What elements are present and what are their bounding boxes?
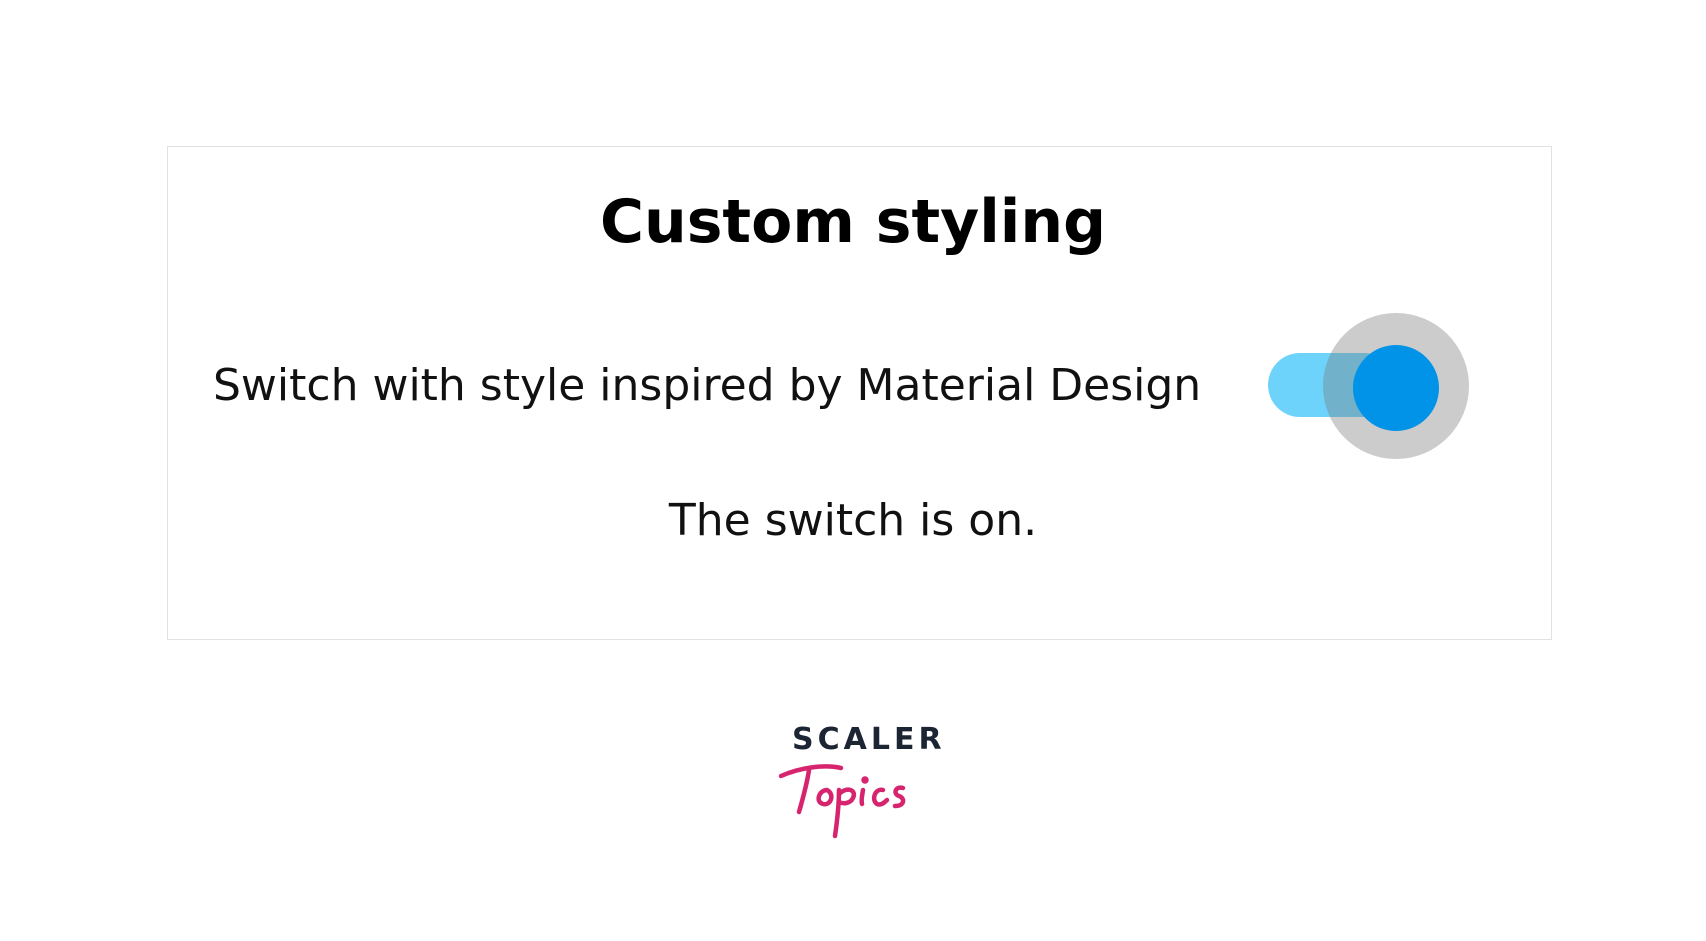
switch-thumb[interactable] (1353, 345, 1439, 431)
scaler-topics-logo: SCALER (775, 718, 942, 848)
switch-label: Switch with style inspired by Material D… (213, 360, 1202, 411)
switch-status-text: The switch is on. (668, 495, 1038, 546)
page: Custom styling Switch with style inspire… (0, 0, 1706, 941)
material-switch[interactable] (1268, 313, 1469, 459)
switch-row: Switch with style inspired by Material D… (213, 346, 1201, 426)
logo-topics-script (778, 764, 906, 839)
card-title: Custom styling (599, 187, 1107, 257)
